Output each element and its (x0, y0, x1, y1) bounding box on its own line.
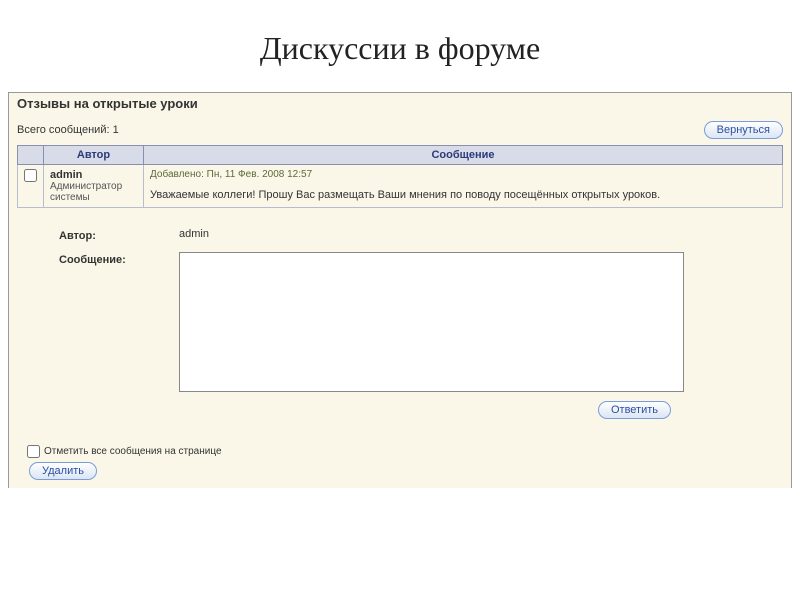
forum-panel: Отзывы на открытые уроки Всего сообщений… (8, 92, 792, 488)
mark-all-label: Отметить все сообщения на странице (44, 446, 222, 457)
reply-author-value: admin (179, 228, 771, 240)
row-message-cell: Добавлено: Пн, 11 Фев. 2008 12:57 Уважае… (144, 165, 783, 208)
forum-topbar: Всего сообщений: 1 Вернуться (9, 119, 791, 145)
reply-textarea[interactable] (179, 252, 684, 392)
column-checkbox (18, 146, 44, 165)
reply-form: Автор: admin Сообщение: Ответить (9, 218, 791, 439)
author-name: admin (50, 169, 137, 181)
author-role: Администратор системы (50, 181, 137, 203)
reply-author-label: Автор: (59, 228, 179, 242)
messages-table: Автор Сообщение admin Администратор сист… (17, 145, 783, 208)
row-checkbox-cell (18, 165, 44, 208)
forum-title: Отзывы на открытые уроки (9, 93, 791, 119)
reply-message-label: Сообщение: (59, 252, 179, 266)
table-row: admin Администратор системы Добавлено: П… (18, 165, 783, 208)
reply-button[interactable]: Ответить (598, 401, 671, 419)
reply-author-row: Автор: admin (59, 228, 771, 242)
delete-button[interactable]: Удалить (29, 462, 97, 480)
message-count: Всего сообщений: 1 (17, 124, 119, 136)
reply-message-row: Сообщение: Ответить (59, 252, 771, 419)
slide-title: Дискуссии в форуме (0, 0, 800, 92)
footer-area: Отметить все сообщения на странице Удали… (9, 439, 791, 488)
post-meta: Добавлено: Пн, 11 Фев. 2008 12:57 (150, 169, 776, 180)
mark-all-checkbox[interactable] (27, 445, 40, 458)
row-checkbox[interactable] (24, 169, 37, 182)
back-button[interactable]: Вернуться (704, 121, 783, 139)
row-author-cell: admin Администратор системы (44, 165, 144, 208)
mark-all-row: Отметить все сообщения на странице (27, 445, 783, 458)
column-message: Сообщение (144, 146, 783, 165)
post-body: Уважаемые коллеги! Прошу Вас размещать В… (150, 188, 776, 203)
column-author: Автор (44, 146, 144, 165)
